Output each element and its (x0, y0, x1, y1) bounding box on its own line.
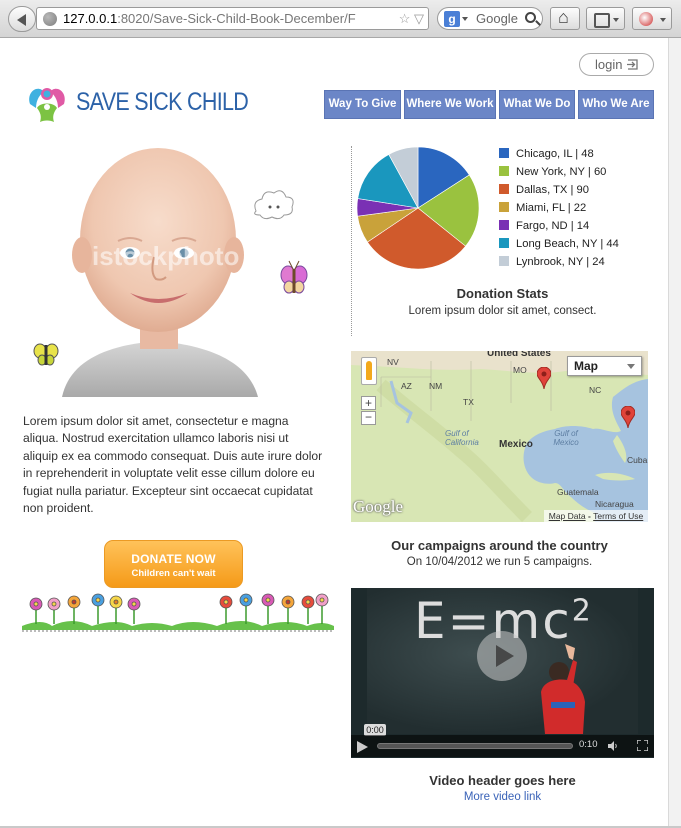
map-marker-icon[interactable] (621, 406, 635, 428)
chart-title: Donation Stats (456, 286, 549, 301)
url-trunc: F (347, 11, 356, 26)
map-marker-icon[interactable] (537, 367, 551, 389)
legend-swatch (499, 256, 509, 266)
map-label-tx: TX (463, 397, 474, 407)
legend-swatch (499, 184, 509, 194)
history-caret-icon: ▽ (414, 11, 424, 26)
legend-item: New York, NY | 60 (499, 163, 619, 181)
legend-item: Chicago, IL | 48 (499, 145, 619, 163)
engine-caret-icon (462, 17, 468, 21)
url-bar[interactable]: 127.0.0.1:8020/Save-Sick-Child-Book-Dece… (36, 7, 429, 30)
google-icon: g (444, 11, 460, 27)
legend-label: Dallas, TX | 90 (516, 184, 589, 196)
terms-of-use-link[interactable]: Terms of Use (593, 511, 643, 521)
map-label-gulf-mexico: Gulf of Mexico (553, 429, 579, 447)
map-label-nicaragua: Nicaragua (595, 499, 634, 509)
home-button[interactable] (550, 7, 580, 30)
map-label-cuba: Cuba (627, 455, 648, 465)
nav-way-to-give[interactable]: Way To Give (324, 90, 401, 119)
chart-caption: Lorem ipsum dolor sit amet, consect. (408, 305, 597, 317)
more-video-link[interactable]: More video link (351, 791, 654, 803)
map-label-guatemala: Guatemala (557, 487, 599, 497)
login-label: login (595, 57, 623, 72)
search-placeholder: Google (476, 11, 518, 26)
login-icon (627, 59, 638, 70)
nav-what-we-do[interactable]: What We Do (499, 90, 575, 119)
legend-label: Miami, FL | 22 (516, 202, 587, 214)
star-icon: ☆ (398, 11, 411, 26)
search-input[interactable]: g Google (437, 7, 543, 30)
play-icon[interactable] (477, 631, 527, 681)
fullscreen-icon[interactable] (637, 740, 648, 751)
video-player[interactable]: E=mc2 (351, 588, 654, 758)
nav-who-we-are[interactable]: Who We Are (578, 90, 654, 119)
map-footer: Map Data - Terms of Use (544, 510, 648, 522)
map-title: Our campaigns around the country (391, 538, 608, 553)
map-label-nm: NM (429, 381, 443, 391)
legend-label: Long Beach, NY | 44 (516, 238, 619, 250)
bookmarks-button[interactable] (586, 7, 625, 30)
login-button[interactable]: login (579, 53, 654, 76)
street-view-pegman[interactable] (361, 357, 377, 385)
legend-item: Fargo, ND | 14 (499, 217, 619, 235)
child-photo: istockphoto (33, 148, 308, 397)
legend-label: Lynbrook, NY | 24 (516, 256, 605, 268)
donation-pie-chart (356, 146, 480, 270)
logo-icon (29, 88, 65, 122)
extension-button[interactable] (632, 7, 672, 30)
video-title: Video header goes here (429, 773, 576, 788)
intro-paragraph: Lorem ipsum dolor sit amet, consectetur … (23, 414, 323, 516)
legend-swatch (499, 166, 509, 176)
volume-icon[interactable] (608, 741, 618, 751)
chart-legend: Chicago, IL | 48 New York, NY | 60 Dallas,… (499, 145, 619, 271)
legend-item: Lynbrook, NY | 24 (499, 253, 619, 271)
map-zoom-out[interactable]: − (361, 411, 376, 425)
map-data-link[interactable]: Map Data (549, 511, 586, 521)
chevron-down-icon (627, 364, 635, 369)
video-scrubber[interactable] (377, 743, 573, 749)
video-duration: 0:10 (579, 739, 598, 750)
map-caption: On 10/04/2012 we run 5 campaigns. (406, 556, 593, 568)
logo-text[interactable]: SAVE SICK CHILD (76, 88, 249, 117)
url-host: 127.0.0.1 (63, 11, 118, 26)
legend-swatch (499, 202, 509, 212)
map-label-gulf-california: Gulf of California (445, 429, 479, 447)
legend-label: Chicago, IL | 48 (516, 148, 594, 160)
legend-item: Dallas, TX | 90 (499, 181, 619, 199)
back-button[interactable] (8, 6, 36, 32)
map-type-select[interactable]: Map (567, 356, 642, 376)
scrollbar[interactable] (668, 38, 681, 828)
browser-toolbar: 127.0.0.1:8020/Save-Sick-Child-Book-Dece… (0, 0, 681, 38)
google-map-logo[interactable]: Google (353, 497, 403, 517)
map-label-mexico: Mexico (499, 439, 533, 450)
photo-watermark: istockphoto (92, 241, 239, 271)
legend-swatch (499, 220, 509, 230)
legend-label: New York, NY | 60 (516, 166, 607, 178)
donate-button[interactable]: DONATE NOW Children can't wait (104, 540, 243, 588)
search-icon (525, 12, 536, 23)
map-label-mo: MO (513, 365, 527, 375)
donate-title: DONATE NOW (131, 552, 216, 566)
legend-swatch (499, 238, 509, 248)
map-label-nv: NV (387, 357, 399, 367)
url-star-icon[interactable]: ☆ ▽ (394, 8, 424, 29)
video-controls: 0:10 (351, 735, 654, 757)
video-child-figure (541, 644, 585, 734)
map-zoom-in[interactable]: + (361, 396, 376, 410)
flowers-illustration (22, 593, 334, 632)
globe-icon (43, 12, 57, 26)
donate-subtitle: Children can't wait (131, 568, 216, 579)
legend-item: Miami, FL | 22 (499, 199, 619, 217)
map-label-us: United States (487, 351, 551, 359)
map-label-az: AZ (401, 381, 412, 391)
url-path: :8020/Save-Sick-Child-Book-December/ (117, 11, 348, 26)
legend-item: Long Beach, NY | 44 (499, 235, 619, 253)
nav-where-we-work[interactable]: Where We Work (404, 90, 496, 119)
map-label-nc: NC (589, 385, 602, 395)
map-type-label: Map (574, 359, 598, 373)
legend-swatch (499, 148, 509, 158)
play-button-icon[interactable] (357, 741, 368, 753)
legend-label: Fargo, ND | 14 (516, 220, 590, 232)
